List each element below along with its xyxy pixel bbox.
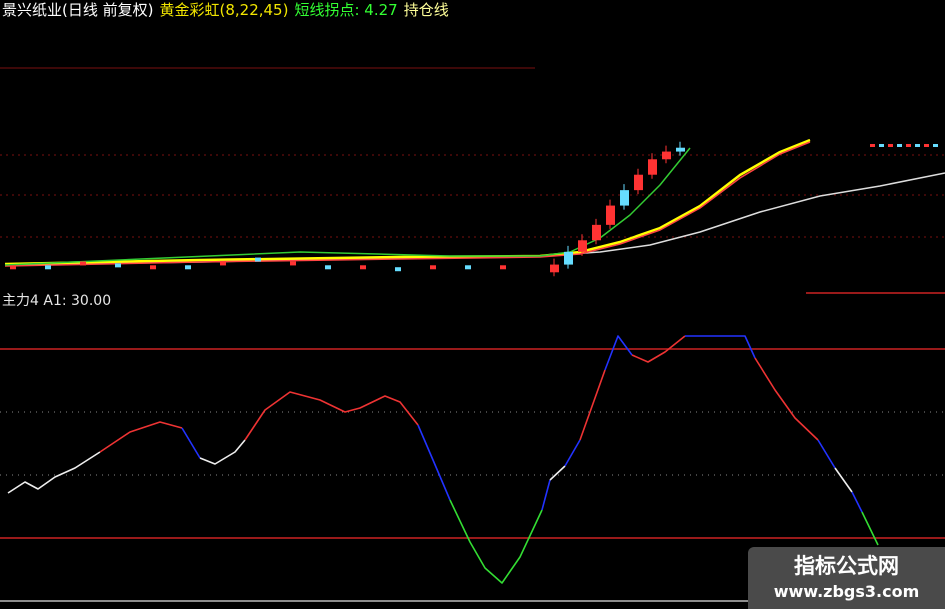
candle-top-0 bbox=[870, 144, 875, 147]
candle-flat-12 bbox=[430, 265, 436, 270]
sub-indicator-header: 主力4 A1: 30.00 bbox=[2, 292, 111, 310]
osc-seg-red-1 bbox=[99, 421, 183, 453]
candle-flat-8 bbox=[290, 261, 296, 266]
candle-top-6 bbox=[924, 144, 929, 147]
candle-top-2 bbox=[888, 144, 893, 147]
a1-label: A1: 30.00 bbox=[43, 293, 112, 309]
ma-line-red bbox=[4, 141, 811, 267]
osc-seg-blue-17 bbox=[851, 491, 863, 513]
osc-seg-blue-11 bbox=[604, 335, 633, 371]
candle-flat-7 bbox=[255, 257, 261, 262]
candle-rally-2 bbox=[578, 240, 587, 252]
candle-flat-4 bbox=[150, 265, 156, 270]
candle-flat-1 bbox=[45, 265, 51, 270]
candle-rally-6 bbox=[634, 174, 643, 191]
candle-rally-5 bbox=[620, 190, 629, 206]
candle-flat-9 bbox=[325, 265, 331, 270]
ma-line-white bbox=[4, 172, 945, 266]
ma-line-green bbox=[4, 147, 691, 266]
candle-flat-0 bbox=[10, 265, 16, 270]
candle-flat-3 bbox=[115, 263, 121, 268]
candle-flat-13 bbox=[465, 265, 471, 270]
stock-title: 景兴纸业(日线 前复权) bbox=[2, 1, 154, 19]
pivot-label: 短线拐点: 4.27 bbox=[294, 1, 398, 19]
candle-flat-10 bbox=[360, 265, 366, 270]
candle-rally-4 bbox=[606, 205, 615, 225]
osc-seg-white-3 bbox=[199, 439, 246, 465]
osc-seg-blue-5 bbox=[417, 424, 451, 501]
candle-rally-1 bbox=[564, 251, 573, 265]
candle-top-5 bbox=[915, 144, 920, 147]
candle-rally-0 bbox=[550, 264, 559, 273]
moving-average-lines bbox=[4, 138, 945, 267]
osc-seg-white-8 bbox=[549, 465, 566, 481]
osc-seg-blue-7 bbox=[541, 479, 551, 511]
candle-flat-6 bbox=[220, 261, 226, 266]
osc-seg-red-14 bbox=[754, 357, 819, 441]
ma-line-yellow bbox=[4, 138, 811, 266]
osc-seg-red-10 bbox=[579, 369, 606, 441]
osc-seg-red-4 bbox=[244, 391, 419, 441]
candle-top-1 bbox=[879, 144, 884, 147]
candle-rally-9 bbox=[676, 147, 685, 152]
candle-flat-14 bbox=[500, 265, 506, 270]
candle-top-4 bbox=[906, 144, 911, 147]
candle-flat-5 bbox=[185, 265, 191, 270]
candle-rally-8 bbox=[662, 151, 671, 160]
watermark-title: 指标公式网 bbox=[794, 554, 899, 578]
indicator-name: 黄金彩虹(8,22,45) bbox=[159, 1, 289, 19]
oscillator-line bbox=[7, 335, 879, 584]
position-label: 持仓线 bbox=[403, 1, 449, 19]
osc-seg-blue-13 bbox=[685, 335, 756, 359]
candle-top-7 bbox=[933, 144, 938, 147]
chart-header: 景兴纸业(日线 前复权) 黄金彩虹(8,22,45) 短线拐点: 4.27 持仓线 bbox=[2, 0, 532, 20]
candle-rally-3 bbox=[592, 224, 601, 241]
candle-rally-7 bbox=[648, 159, 657, 175]
osc-seg-white-0 bbox=[7, 451, 101, 494]
osc-seg-blue-15 bbox=[817, 439, 836, 469]
osc-seg-blue-9 bbox=[564, 439, 581, 467]
watermark-url: www.zbgs3.com bbox=[773, 582, 920, 601]
osc-seg-green-18 bbox=[861, 511, 879, 546]
osc-seg-green-6 bbox=[449, 499, 543, 584]
osc-seg-white-16 bbox=[834, 467, 853, 493]
sub-indicator-label: 主力4 bbox=[2, 293, 39, 309]
stock-chart bbox=[0, 67, 945, 602]
candle-flat-11 bbox=[395, 267, 401, 272]
osc-seg-blue-2 bbox=[181, 427, 201, 459]
candle-top-3 bbox=[897, 144, 902, 147]
watermark: 指标公式网 www.zbgs3.com bbox=[748, 547, 945, 609]
candle-flat-2 bbox=[80, 261, 86, 266]
